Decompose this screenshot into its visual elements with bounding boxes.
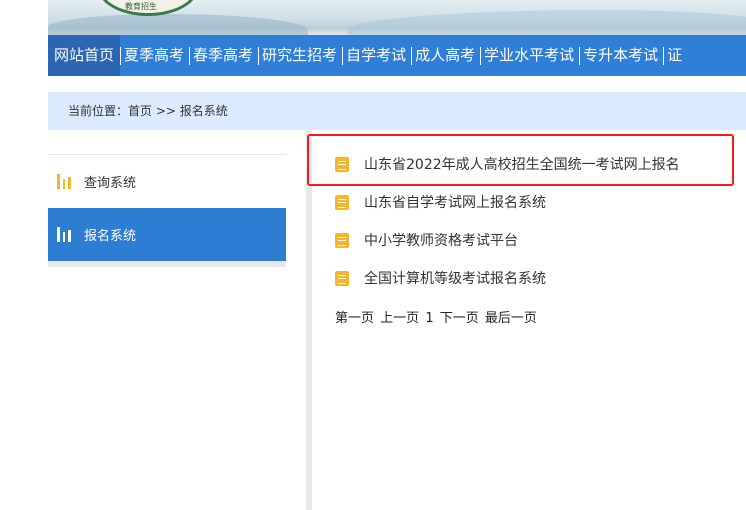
first-page-link[interactable]: 第一页 <box>335 311 374 326</box>
list-link[interactable]: 全国计算机等级考试报名系统 <box>364 268 546 288</box>
prev-page-link[interactable]: 上一页 <box>380 311 419 326</box>
list-item[interactable]: 山东省自学考试网上报名系统 <box>335 183 680 221</box>
next-page-link[interactable]: 下一页 <box>440 311 479 326</box>
nav-academic-level[interactable]: 学业水平考试 <box>480 35 579 76</box>
nav-spring-gaokao[interactable]: 春季高考 <box>189 35 258 76</box>
list-link[interactable]: 山东省自学考试网上报名系统 <box>364 192 546 212</box>
document-icon <box>335 232 349 248</box>
sidebar-item-label: 报名系统 <box>84 229 137 244</box>
nav-graduate[interactable]: 研究生招考 <box>258 35 342 76</box>
nav-more[interactable]: 证 <box>663 35 687 76</box>
highlight-box <box>307 134 734 186</box>
nav-upgrade[interactable]: 专升本考试 <box>579 35 663 76</box>
header-banner: 教育招生 <box>48 0 746 35</box>
bar-chart-icon <box>57 174 72 189</box>
list-item[interactable]: 全国计算机等级考试报名系统 <box>335 259 680 297</box>
nav-summer-gaokao[interactable]: 夏季高考 <box>120 35 189 76</box>
document-icon <box>335 194 349 210</box>
current-page: 1 <box>425 311 434 326</box>
nav-home[interactable]: 网站首页 <box>48 35 121 76</box>
nav-self-study[interactable]: 自学考试 <box>342 35 411 76</box>
sidebar-item-registration[interactable]: 报名系统 <box>48 208 286 261</box>
last-page-link[interactable]: 最后一页 <box>485 311 537 326</box>
breadcrumb: 当前位置：首页 >> 报名系统 <box>48 92 746 130</box>
sidebar-item-label: 查询系统 <box>84 176 137 191</box>
list-item[interactable]: 中小学教师资格考试平台 <box>335 221 680 259</box>
bar-chart-icon <box>57 227 72 242</box>
nav-adult[interactable]: 成人高考 <box>411 35 480 76</box>
divider <box>306 130 312 510</box>
sidebar-item-query[interactable]: 查询系统 <box>48 155 286 208</box>
main-nav: 网站首页 夏季高考 春季高考 研究生招考 自学考试 成人高考 学业水平考试 专升… <box>48 35 746 76</box>
sidebar: 查询系统 报名系统 <box>48 154 286 267</box>
list-link[interactable]: 中小学教师资格考试平台 <box>364 230 518 250</box>
document-icon <box>335 270 349 286</box>
pagination: 第一页 上一页 1 下一页 最后一页 <box>335 307 537 326</box>
